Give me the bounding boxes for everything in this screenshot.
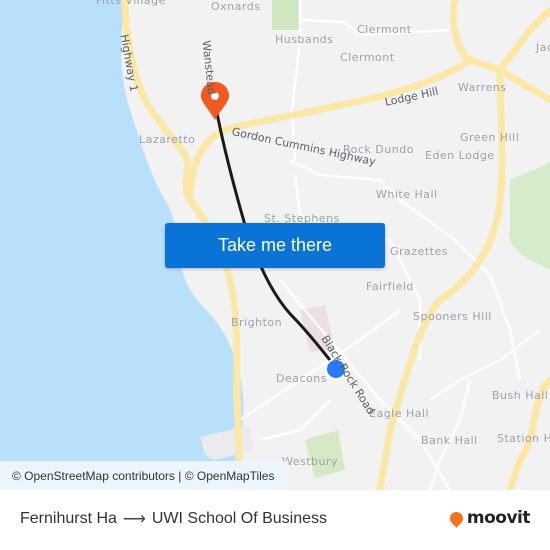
place-label: Husbands [275, 33, 334, 46]
arrow-right-icon: ⟶ [122, 511, 146, 528]
place-label: Spooners Hill [413, 310, 492, 323]
map-view[interactable]: Fitts Village Oxnards Husbands Clermont … [0, 0, 550, 490]
park [272, 0, 300, 30]
place-label: Station Hill [497, 432, 550, 445]
place-label: Jac [536, 41, 550, 54]
place-label: Eden Lodge [425, 149, 495, 162]
place-label: Deacons [276, 372, 327, 385]
moovit-logo[interactable]: moovit [447, 508, 531, 528]
park [305, 430, 345, 478]
map-attribution[interactable]: © OpenStreetMap contributors | © OpenMap… [0, 461, 287, 490]
place-label: Bank Hall [421, 434, 478, 447]
place-label: White Hall [376, 188, 438, 201]
moovit-pin-icon [447, 508, 466, 528]
place-label: Westbury [282, 455, 339, 468]
footer-bar: Fernihurst Ha ⟶ UWI School Of Business m… [0, 490, 550, 550]
place-label: Brighton [231, 316, 283, 329]
place-label: Oxnards [211, 0, 261, 13]
place-label: Grazettes [390, 245, 448, 258]
place-label: Lazaretto [139, 133, 196, 146]
place-label: Clermont [357, 23, 412, 36]
place-label: Fitts Village [96, 0, 166, 7]
origin-name: Fernihurst Ha [20, 510, 117, 527]
place-label: Eagle Hall [369, 407, 430, 420]
destination-name: UWI School Of Business [151, 510, 328, 527]
place-label: Bush Hall [492, 389, 549, 402]
place-label: Clermont [340, 51, 395, 64]
place-label: Warrens [458, 81, 507, 94]
place-label: Green Hill [460, 131, 520, 144]
logo-text: moovit [466, 508, 531, 528]
place-label: Fairfield [366, 280, 414, 293]
park [509, 160, 550, 270]
take-me-there-button[interactable]: Take me there [165, 223, 385, 268]
route-summary: Fernihurst Ha ⟶ UWI School Of Business [20, 509, 327, 529]
